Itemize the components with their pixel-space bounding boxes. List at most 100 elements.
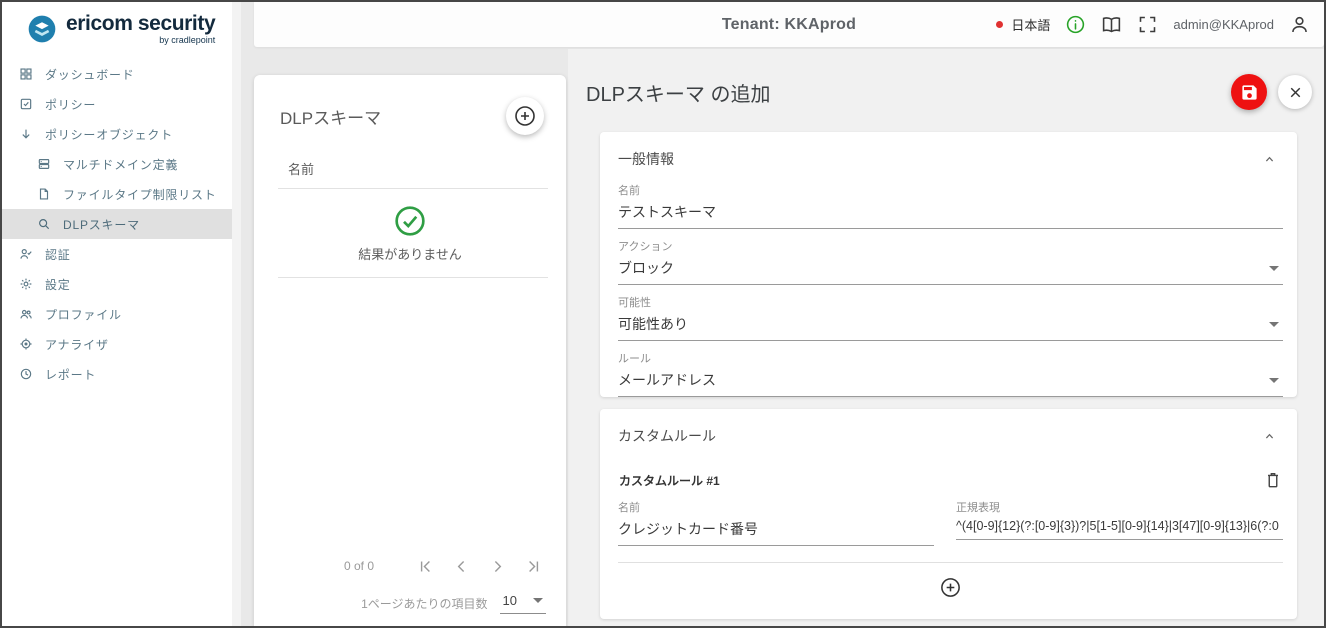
check-circle-icon [394, 205, 426, 237]
sidebar-menu: ダッシュボード ポリシー ポリシーオブジェクト マルチドメイン定義 [2, 59, 232, 389]
likelihood-select[interactable]: 可能性あり [618, 310, 1283, 341]
sidebar-item-profile[interactable]: プロファイル [2, 299, 232, 329]
save-button[interactable] [1231, 74, 1267, 110]
last-page-button[interactable] [520, 553, 546, 579]
account-icon[interactable] [1289, 14, 1310, 35]
sidebar-item-authentication[interactable]: 認証 [2, 239, 232, 269]
chevron-down-icon [1269, 266, 1279, 271]
action-select[interactable]: ブロック [618, 254, 1283, 285]
collapse-general-button[interactable] [1262, 152, 1277, 167]
arrow-down-icon [19, 127, 33, 141]
search-icon [37, 217, 51, 231]
field-label: 正規表現 [956, 499, 1283, 515]
editor-header: DLPスキーマ の追加 [586, 72, 1312, 112]
chevron-down-icon [1269, 378, 1279, 383]
field-label: 名前 [618, 182, 1283, 198]
schema-name-field: 名前 テストスキーマ [618, 182, 1283, 229]
sidebar-item-dlp-schema[interactable]: DLPスキーマ [2, 209, 232, 239]
fullscreen-icon[interactable] [1137, 14, 1158, 35]
divider [618, 562, 1283, 563]
sidebar-item-label: プロファイル [45, 306, 122, 323]
next-page-button[interactable] [484, 553, 510, 579]
custom-rule-name-field: 名前 クレジットカード番号 [618, 499, 934, 546]
multidomain-icon [37, 157, 51, 171]
sidebar-item-multidomain-definitions[interactable]: マルチドメイン定義 [2, 149, 232, 179]
divider [278, 277, 548, 278]
trash-icon [1263, 470, 1283, 490]
list-pagination: 0 of 0 1ページあたりの項目数 10 [254, 553, 566, 626]
sidebar-item-label: 認証 [45, 246, 71, 263]
rule-field: ルール メールアドレス [618, 350, 1283, 397]
chevron-down-icon [533, 598, 543, 603]
sidebar: ericom security by cradlepoint ダッシュボード ポ… [2, 2, 232, 626]
chevron-up-icon [1262, 429, 1277, 444]
general-info-card: 一般情報 名前 テストスキーマ アクション ブロック 可能性 可能性あり [600, 132, 1297, 397]
ericom-logo-icon [26, 13, 58, 45]
sidebar-item-reports[interactable]: レポート [2, 359, 232, 389]
sidebar-item-settings[interactable]: 設定 [2, 269, 232, 299]
field-value: クレジットカード番号 [618, 519, 758, 539]
sidebar-item-label: ダッシュボード [45, 66, 135, 83]
field-label: 名前 [618, 499, 934, 515]
empty-state: 結果がありません [254, 189, 566, 277]
collapse-custom-rules-button[interactable] [1262, 429, 1277, 444]
custom-rules-card: カスタムルール カスタムルール #1 名前 クレジットカード番号 正規表現 ^(… [600, 409, 1297, 619]
documentation-book-icon[interactable] [1101, 14, 1122, 35]
custom-rule-regex-input[interactable]: ^(4[0-9]{12}(?:[0-9]{3})?|5[1-5][0-9]{14… [956, 515, 1283, 540]
people-icon [19, 307, 33, 321]
chevron-down-icon [1269, 322, 1279, 327]
auth-icon [19, 247, 33, 261]
sidebar-item-label: レポート [45, 366, 96, 383]
custom-rule-regex-field: 正規表現 ^(4[0-9]{12}(?:[0-9]{3})?|5[1-5][0-… [956, 499, 1283, 546]
sidebar-item-label: アナライザ [45, 336, 109, 353]
brand-byline: by cradlepoint [66, 35, 215, 45]
user-email: admin@KKAprod [1173, 17, 1274, 32]
sidebar-item-analyzer[interactable]: アナライザ [2, 329, 232, 359]
close-icon [1287, 84, 1304, 101]
language-selector[interactable]: 日本語 [996, 15, 1050, 34]
sidebar-item-filetype-restriction-list[interactable]: ファイルタイプ制限リスト [2, 179, 232, 209]
empty-state-message: 結果がありません [358, 244, 462, 263]
field-value: ブロック [618, 258, 674, 278]
language-status-dot [996, 21, 1003, 28]
previous-page-button[interactable] [448, 553, 474, 579]
items-per-page-select[interactable]: 10 [500, 593, 546, 614]
list-panel-title: DLPスキーマ [280, 104, 381, 129]
topbar-actions: 日本語 admin@KKAprod [996, 2, 1310, 47]
tenant-label: Tenant: KKAprod [722, 16, 856, 34]
gear-icon [19, 277, 33, 291]
analyzer-icon [19, 337, 33, 351]
sidebar-item-label: ポリシーオブジェクト [45, 126, 173, 143]
language-label: 日本語 [1011, 15, 1050, 34]
sidebar-scrollbar[interactable] [232, 2, 241, 626]
custom-rule-title: カスタムルール #1 [619, 472, 720, 489]
chevron-up-icon [1262, 152, 1277, 167]
field-value: テストスキーマ [618, 202, 716, 222]
rule-select[interactable]: メールアドレス [618, 366, 1283, 397]
field-label: ルール [618, 350, 1283, 366]
sidebar-item-dashboard[interactable]: ダッシュボード [2, 59, 232, 89]
brand-name: ericom security [66, 12, 215, 36]
add-custom-rule-button[interactable] [939, 576, 962, 599]
field-label: アクション [618, 238, 1283, 254]
sidebar-item-policy[interactable]: ポリシー [2, 89, 232, 119]
file-icon [37, 187, 51, 201]
sidebar-item-label: マルチドメイン定義 [63, 156, 178, 173]
policy-icon [19, 97, 33, 111]
pagination-range: 0 of 0 [344, 559, 374, 573]
sidebar-item-label: ファイルタイプ制限リスト [63, 186, 217, 203]
sidebar-item-label: ポリシー [45, 96, 96, 113]
schema-name-input[interactable]: テストスキーマ [618, 198, 1283, 229]
info-icon[interactable] [1065, 14, 1086, 35]
brand-logo: ericom security by cradlepoint [2, 2, 232, 45]
custom-rule-name-input[interactable]: クレジットカード番号 [618, 515, 934, 546]
sidebar-item-label: 設定 [45, 276, 71, 293]
field-value: 可能性あり [618, 314, 688, 334]
add-schema-button[interactable] [506, 97, 544, 135]
close-button[interactable] [1278, 75, 1312, 109]
delete-rule-button[interactable] [1263, 470, 1283, 490]
sidebar-item-policy-objects[interactable]: ポリシーオブジェクト [2, 119, 232, 149]
editor-title: DLPスキーマ の追加 [586, 78, 770, 107]
topbar: Tenant: KKAprod 日本語 admin@KKAprod [254, 2, 1324, 47]
first-page-button[interactable] [412, 553, 438, 579]
